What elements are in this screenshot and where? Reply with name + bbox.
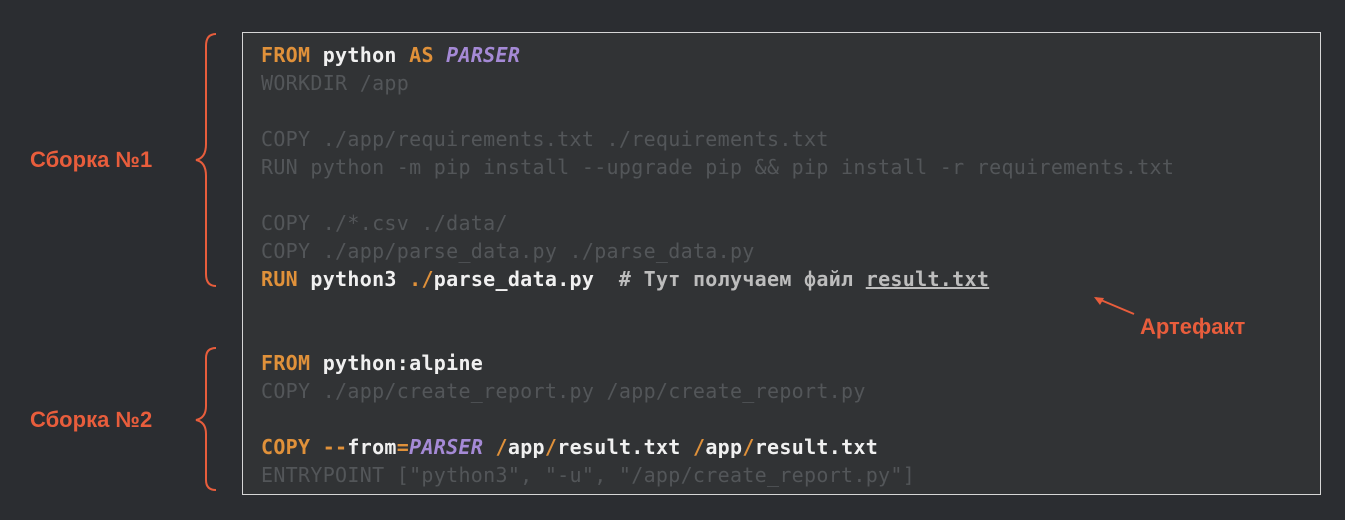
- code-line-6: COPY ./app/parse_data.py ./parse_data.py: [261, 239, 755, 263]
- stage-2-label: Сборка №2: [30, 407, 153, 432]
- code-line-4: RUN python -m pip install --upgrade pip …: [261, 155, 1175, 179]
- code-line-1: FROM python AS PARSER: [261, 43, 521, 67]
- code-line-2: WORKDIR /app: [261, 71, 410, 95]
- code-line-10: COPY --from=PARSER /app/result.txt /app/…: [261, 435, 879, 459]
- code-line-9: COPY ./app/create_report.py /app/create_…: [261, 379, 866, 403]
- result-file-link: result.txt: [865, 267, 990, 291]
- stage-1-brace: [195, 33, 217, 287]
- artifact-label: Артефакт: [1140, 314, 1246, 339]
- stage-1-label: Сборка №1: [30, 147, 153, 172]
- stage-2-brace: [195, 347, 217, 491]
- artifact-arrow-icon: [1094, 297, 1135, 315]
- code-line-3: COPY ./app/requirements.txt ./requiremen…: [261, 127, 829, 151]
- dockerfile-code-block: FROM python AS PARSER WORKDIR /app COPY …: [242, 32, 1321, 495]
- code-line-7: RUN python3 ./parse_data.py # Тут получа…: [261, 267, 990, 291]
- code-line-11: ENTRYPOINT ["python3", "-u", "/app/creat…: [261, 463, 916, 487]
- code-line-8: FROM python:alpine: [261, 351, 484, 375]
- code-line-5: COPY ./*.csv ./data/: [261, 211, 508, 235]
